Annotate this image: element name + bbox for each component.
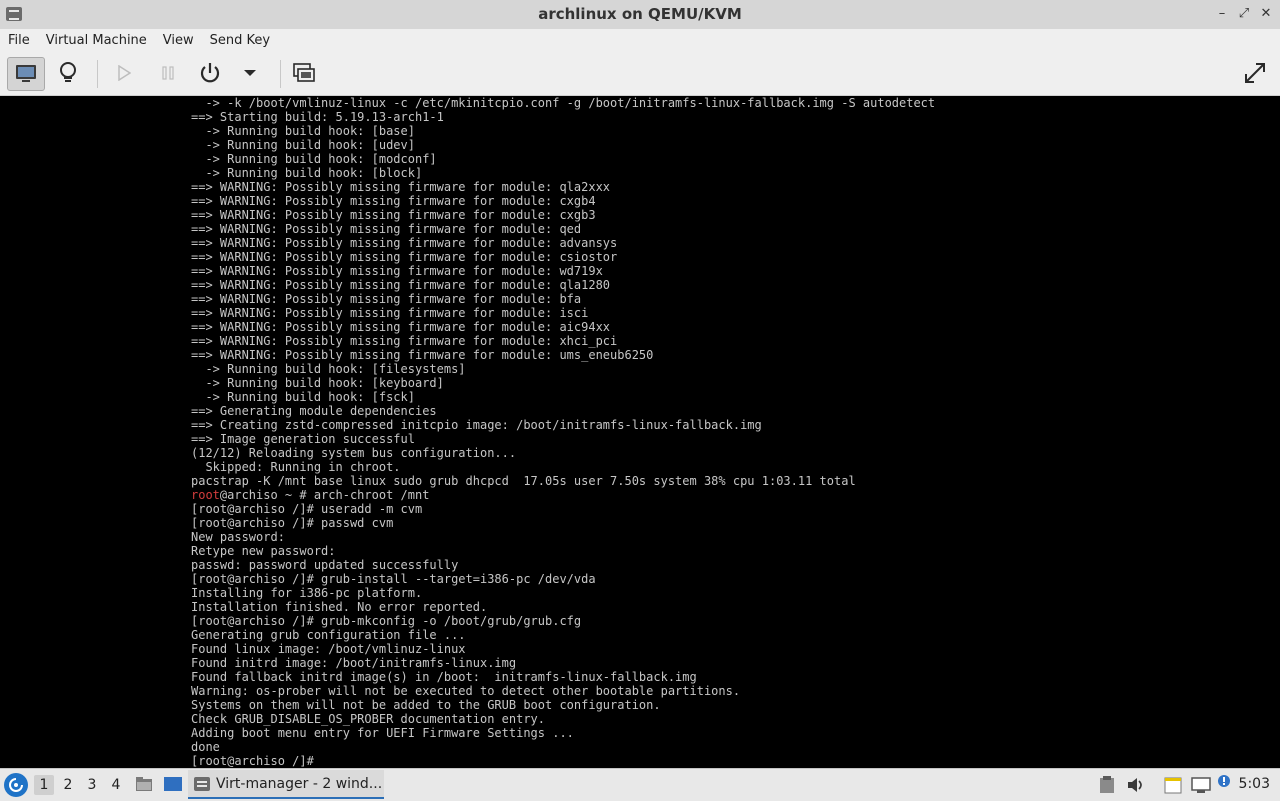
console-button[interactable] — [7, 57, 45, 91]
vm-console-display[interactable]: -> -k /boot/vmlinuz-linux -c /etc/mkinit… — [0, 96, 1280, 768]
dropdown-icon — [244, 70, 256, 76]
minimize-button[interactable]: – — [1216, 6, 1228, 22]
clipboard-icon — [1100, 776, 1114, 793]
notes-icon — [1164, 777, 1182, 794]
tray-network[interactable] — [1191, 776, 1211, 798]
pause-button[interactable] — [150, 57, 186, 89]
window-titlebar[interactable]: archlinux on QEMU/KVM – ⤢ ✕ — [0, 0, 1280, 30]
taskbar: 1 2 3 4 Virt-manager - 2 wind... 5:03 — [0, 768, 1280, 801]
task-label: Virt-manager - 2 wind... — [216, 775, 383, 792]
menu-virtual-machine[interactable]: Virtual Machine — [38, 29, 155, 52]
maximize-button[interactable]: ⤢ — [1238, 6, 1250, 22]
close-button[interactable]: ✕ — [1260, 6, 1272, 22]
menu-bar: File Virtual Machine View Send Key — [0, 29, 1280, 52]
shutdown-button[interactable] — [192, 57, 228, 89]
taskbar-task-virt-manager[interactable]: Virt-manager - 2 wind... — [188, 770, 384, 799]
tray-clipboard[interactable] — [1099, 776, 1115, 798]
volume-icon — [1128, 778, 1142, 792]
fullscreen-icon — [1245, 63, 1265, 83]
run-button[interactable] — [106, 57, 142, 89]
file-manager-launcher[interactable] — [135, 775, 153, 797]
distro-logo-icon — [9, 778, 23, 792]
update-notification-icon — [1218, 775, 1230, 787]
clock[interactable]: 5:03 — [1239, 776, 1270, 792]
shutdown-menu-button[interactable] — [232, 57, 268, 89]
menu-send-key[interactable]: Send Key — [202, 29, 278, 52]
desktop-1[interactable]: 1 — [34, 775, 54, 795]
window-title: archlinux on QEMU/KVM — [538, 5, 742, 23]
root-prompt-user: root — [191, 488, 220, 502]
tray-updates[interactable] — [1217, 773, 1231, 792]
power-icon — [200, 63, 220, 83]
toolbar — [0, 52, 1280, 96]
pause-icon — [162, 66, 174, 80]
snapshots-button[interactable] — [286, 57, 322, 89]
folder-icon — [136, 777, 152, 791]
network-icon — [1191, 777, 1211, 793]
menu-file[interactable]: File — [0, 29, 38, 52]
virt-manager-icon — [194, 776, 210, 791]
desktop-2[interactable]: 2 — [58, 775, 78, 795]
window-controls: – ⤢ ✕ — [1216, 6, 1272, 22]
tray-notes[interactable] — [1164, 776, 1182, 798]
fullscreen-button[interactable] — [1237, 57, 1273, 89]
desktop-3[interactable]: 3 — [82, 775, 102, 795]
console-icon — [16, 65, 36, 82]
menu-view[interactable]: View — [155, 29, 202, 52]
desktop-4[interactable]: 4 — [106, 775, 126, 795]
lightbulb-icon — [60, 62, 76, 82]
tray-volume[interactable] — [1127, 776, 1145, 798]
play-icon — [118, 65, 131, 81]
start-menu-button[interactable] — [4, 773, 28, 797]
snapshot-icon — [293, 63, 315, 82]
show-desktop-launcher[interactable] — [163, 776, 183, 796]
details-button[interactable] — [50, 57, 86, 89]
console-output: -> -k /boot/vmlinuz-linux -c /etc/mkinit… — [191, 96, 936, 768]
desktop-icon — [164, 777, 182, 791]
